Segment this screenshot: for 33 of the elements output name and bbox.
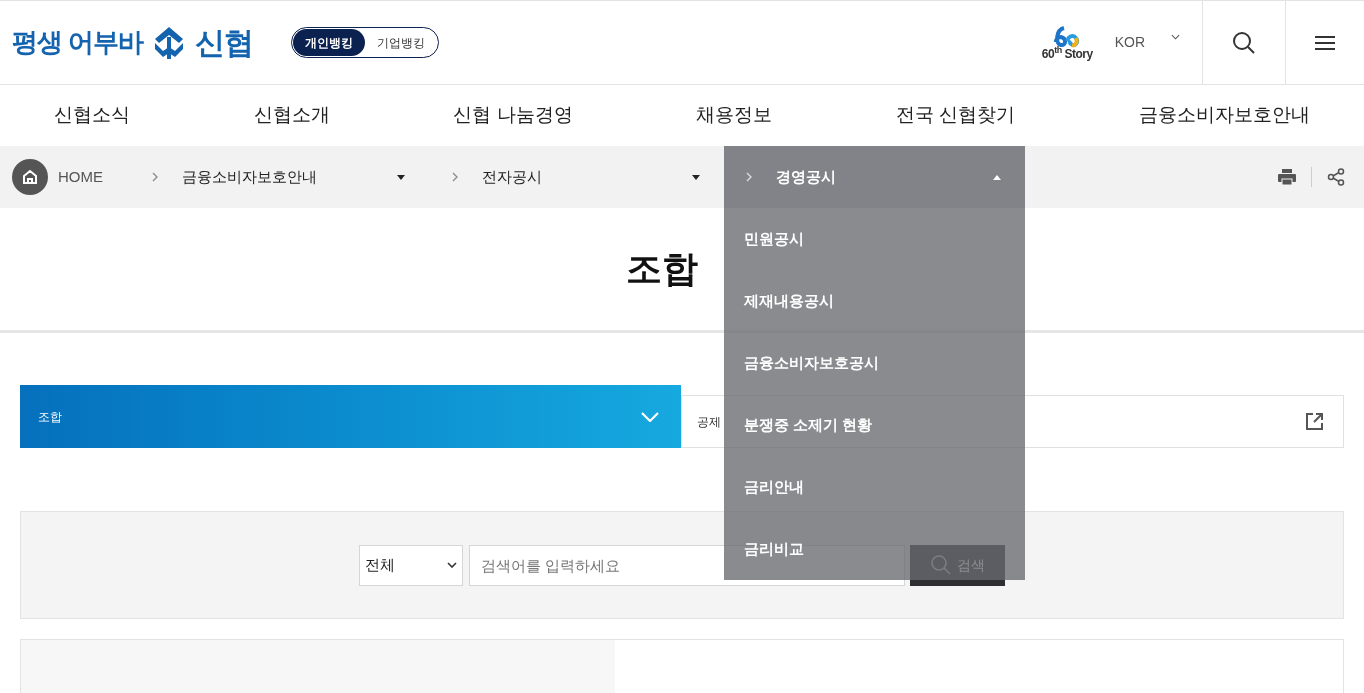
chevron-down-icon — [447, 562, 457, 568]
menu-icon — [1315, 34, 1335, 51]
logo-slogan: 평생 어부바 — [12, 26, 144, 59]
scope-select[interactable]: 전체 — [359, 544, 463, 586]
chevron-right-icon — [450, 172, 460, 182]
language-selector[interactable]: KOR — [1114, 32, 1180, 53]
nav-link[interactable]: 채용정보 — [696, 101, 773, 130]
printer-icon — [1278, 169, 1296, 185]
share-button[interactable] — [1326, 167, 1346, 187]
nav-link[interactable]: 전국 신협찾기 — [896, 101, 1016, 130]
nav-link[interactable]: 신협소개 — [253, 101, 330, 130]
banking-toggle[interactable]: 개인뱅킹 — [293, 29, 366, 56]
logo-brand: 신협 — [195, 25, 254, 61]
home-icon — [22, 169, 38, 185]
breadcrumb-item[interactable]: 전자공시 — [482, 165, 692, 189]
breadcrumb-item[interactable]: 금융소비자보호안내 — [182, 165, 397, 189]
home-label: HOME — [58, 166, 103, 187]
chevron-down-icon — [1171, 34, 1180, 40]
nav-link[interactable]: 신협소식 — [54, 101, 130, 130]
chevron-right-icon — [150, 172, 160, 182]
home-button[interactable] — [12, 159, 48, 195]
chevron-right-icon — [744, 172, 754, 182]
nav-link[interactable]: 신협 나눔경영 — [453, 101, 573, 130]
print-button[interactable] — [1277, 167, 1297, 187]
search-icon — [1232, 30, 1256, 55]
banking-toggle[interactable]: 기업뱅킹 — [365, 29, 438, 56]
chevron-down-icon — [641, 411, 659, 422]
tab[interactable]: 조합 — [20, 385, 681, 448]
share-icon — [1327, 168, 1345, 186]
external-link-icon — [1306, 413, 1323, 430]
page-title: 조합 — [626, 247, 698, 291]
nav-link[interactable]: 금융소비자보호안내 — [1139, 101, 1310, 130]
anniversary-caption: 60$^{th}$ Story — [1041, 47, 1093, 60]
